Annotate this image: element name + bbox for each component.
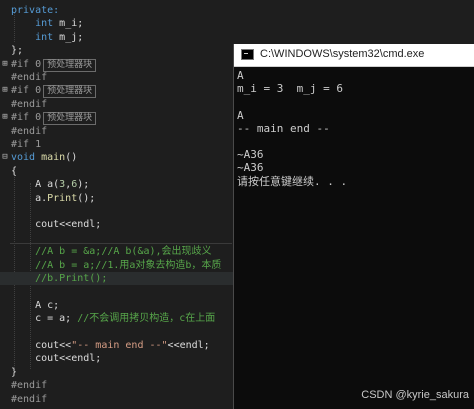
gutter: [0, 232, 10, 245]
code-text: c = a; //不会调用拷贝构造，c在上面: [11, 313, 216, 325]
code-text: #endif: [11, 393, 48, 405]
gutter: [0, 299, 10, 312]
collapsed-block[interactable]: 预处理器块: [43, 112, 97, 126]
code-text: #if 1: [11, 139, 42, 150]
code-text: int m_i;: [35, 18, 84, 30]
console-output-line: -- main end --: [237, 121, 330, 135]
gutter: [0, 393, 10, 406]
gutter: [0, 125, 10, 138]
gutter: [0, 245, 10, 258]
gutter: [0, 17, 10, 30]
code-text: int m_j;: [35, 31, 84, 43]
gutter: [0, 352, 10, 365]
gutter: [0, 339, 10, 352]
gutter: [0, 165, 10, 178]
collapse-icon[interactable]: ⊟: [0, 151, 10, 164]
console-output-line: A: [237, 69, 244, 82]
console-output-line: ~A36: [237, 148, 264, 162]
code-text: void main(): [11, 152, 78, 164]
collapsed-block[interactable]: 预处理器块: [43, 85, 97, 99]
gutter: [0, 205, 10, 218]
code-text: //A b = a;//1.用a对象去构造b，本质: [35, 259, 222, 271]
watermark: CSDN @kyrie_sakura: [361, 389, 469, 401]
code-text: {: [11, 165, 18, 177]
gutter: [0, 285, 10, 298]
code-text: cout<<endl;: [11, 219, 102, 231]
gutter: [0, 31, 10, 44]
gutter: [0, 218, 10, 231]
expand-icon[interactable]: ⊞: [0, 58, 10, 71]
gutter: [0, 326, 10, 339]
console-output-line: m_i = 3 m_j = 6: [237, 82, 343, 96]
cmd-icon: [241, 49, 254, 60]
gutter: [0, 98, 10, 111]
gutter: [0, 138, 10, 151]
code-text: #endif: [11, 72, 48, 83]
code-text: A c;: [11, 299, 60, 311]
code-text: #if 0 预处理器块: [11, 84, 97, 99]
code-text: #endif: [11, 98, 48, 110]
gutter: [0, 4, 10, 17]
gutter: [0, 312, 10, 325]
console-title: C:\WINDOWS\system32\cmd.exe: [260, 48, 425, 60]
collapsed-block[interactable]: 预处理器块: [43, 58, 97, 72]
gutter: [0, 272, 10, 285]
code-text: private:: [11, 5, 60, 16]
code-text: #endif: [11, 125, 48, 137]
console-output-line: A: [237, 108, 244, 122]
code-text: #if 0 预处理器块: [11, 111, 97, 126]
console-window[interactable]: C:\WINDOWS\system32\cmd.exe Am_i = 3 m_j…: [233, 44, 474, 409]
code-text: A a(3,6);: [11, 179, 90, 191]
code-text: };: [11, 45, 24, 57]
gutter: [0, 71, 10, 84]
gutter: [0, 192, 10, 205]
console-output-line: 请按任意键继续. . .: [237, 174, 348, 188]
code-text: cout<<endl;: [11, 353, 102, 365]
console-titlebar[interactable]: C:\WINDOWS\system32\cmd.exe: [234, 44, 474, 67]
gutter: [0, 379, 10, 392]
code-text: //b.Print();: [35, 273, 108, 284]
code-text: a.Print();: [11, 192, 96, 204]
code-text: //A b = &a;//A b(&a),会出现歧义: [35, 246, 212, 258]
expand-icon[interactable]: ⊞: [0, 84, 10, 97]
code-text: #endif: [11, 380, 48, 392]
gutter: [0, 259, 10, 272]
code-text: }: [11, 366, 18, 378]
code-line[interactable]: int m_i;: [0, 17, 474, 30]
gutter: [0, 366, 10, 379]
code-line[interactable]: int m_j;: [0, 31, 474, 44]
gutter: [0, 44, 10, 57]
code-text: cout<<"-- main end --"<<endl;: [11, 340, 210, 351]
code-line[interactable]: private:: [0, 4, 474, 17]
gutter: [0, 178, 10, 191]
expand-icon[interactable]: ⊞: [0, 111, 10, 124]
console-output-line: ~A36: [237, 161, 264, 175]
code-text: #if 0 预处理器块: [11, 58, 97, 72]
